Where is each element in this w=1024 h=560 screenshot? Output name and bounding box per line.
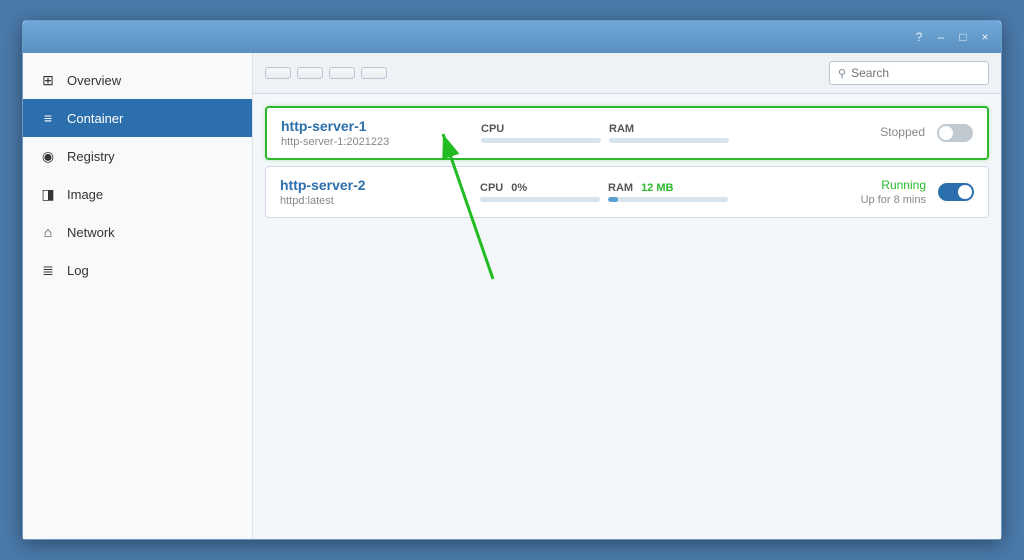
cpu-label-row2: CPU0%	[480, 182, 527, 194]
ram-bar-fill-row2	[608, 197, 618, 202]
sidebar-label-container: Container	[67, 111, 123, 126]
settings-button[interactable]	[361, 67, 387, 79]
search-icon: ⚲	[838, 67, 846, 80]
container-icon: ≡	[39, 109, 57, 127]
sidebar-label-registry: Registry	[67, 149, 115, 164]
sidebar-label-overview: Overview	[67, 73, 121, 88]
sidebar-item-image[interactable]: ◨ Image	[23, 175, 252, 213]
status-text-row1: Stopped	[880, 125, 925, 139]
toggle-wrap-row2[interactable]	[938, 183, 974, 201]
toggle-knob-row1	[939, 126, 953, 140]
container-row-row1[interactable]: http-server-1 http-server-1:2021223 CPU …	[265, 106, 989, 160]
network-icon: ⌂	[39, 223, 57, 241]
container-id-row2: httpd:latest	[280, 195, 480, 207]
sidebar-item-container[interactable]: ≡ Container	[23, 99, 252, 137]
cpu-group-row2: CPU0%	[480, 182, 600, 202]
cpu-label-row1: CPU	[481, 123, 504, 135]
ram-bar-track-row1	[609, 138, 729, 143]
sidebar-item-log[interactable]: ≣ Log	[23, 251, 252, 289]
sidebar-item-registry[interactable]: ◉ Registry	[23, 137, 252, 175]
container-info-row2: http-server-2 httpd:latest	[280, 177, 480, 207]
sidebar-label-log: Log	[67, 263, 89, 278]
status-text-row2: Running	[881, 178, 926, 192]
main-panel: ⚲ http-server-1 http-server-1:2021223 CP…	[253, 53, 1001, 539]
search-box: ⚲	[829, 61, 989, 85]
image-icon: ◨	[39, 185, 57, 203]
action-button[interactable]	[329, 67, 355, 79]
app-window: ? – □ × ⊞ Overview ≡ Container ◉ Registr…	[22, 20, 1002, 540]
container-list: http-server-1 http-server-1:2021223 CPU …	[265, 106, 989, 218]
toggle-wrap-row1[interactable]	[937, 124, 973, 142]
ram-label-row1: RAM	[609, 123, 634, 135]
cpu-bar-track-row1	[481, 138, 601, 143]
sidebar-label-image: Image	[67, 187, 103, 202]
ram-group-row2: RAM12 MB	[608, 182, 728, 202]
log-icon: ≣	[39, 261, 57, 279]
window-controls: ? – □ ×	[911, 29, 993, 45]
sidebar-label-network: Network	[67, 225, 115, 240]
sidebar: ⊞ Overview ≡ Container ◉ Registry ◨ Imag…	[23, 53, 253, 539]
close-button[interactable]: ×	[977, 29, 993, 45]
cpu-bar-track-row2	[480, 197, 600, 202]
minimize-button[interactable]: –	[933, 29, 949, 45]
app-body: ⊞ Overview ≡ Container ◉ Registry ◨ Imag…	[23, 53, 1001, 539]
status-section-row2: Running Up for 8 mins	[816, 178, 926, 206]
registry-icon: ◉	[39, 147, 57, 165]
toggle-row2[interactable]	[938, 183, 974, 201]
status-section-row1: Stopped	[815, 125, 925, 141]
toggle-row1[interactable]	[937, 124, 973, 142]
container-row-row2[interactable]: http-server-2 httpd:latest CPU0% RAM12 M…	[265, 166, 989, 218]
status-sub-row2: Up for 8 mins	[861, 194, 926, 206]
search-input[interactable]	[851, 66, 980, 80]
ram-group-row1: RAM	[609, 123, 729, 143]
toggle-knob-row2	[958, 185, 972, 199]
edit-button[interactable]	[297, 67, 323, 79]
ram-label-row2: RAM12 MB	[608, 182, 673, 194]
details-button[interactable]	[265, 67, 291, 79]
container-info-row1: http-server-1 http-server-1:2021223	[281, 118, 481, 148]
ram-bar-track-row2	[608, 197, 728, 202]
container-name-row2: http-server-2	[280, 177, 480, 193]
overview-icon: ⊞	[39, 71, 57, 89]
content-area: http-server-1 http-server-1:2021223 CPU …	[253, 94, 1001, 539]
help-button[interactable]: ?	[911, 29, 927, 45]
container-metrics-row2: CPU0% RAM12 MB	[480, 182, 816, 202]
cpu-group-row1: CPU	[481, 123, 601, 143]
title-bar: ? – □ ×	[23, 21, 1001, 53]
sidebar-item-network[interactable]: ⌂ Network	[23, 213, 252, 251]
container-metrics-row1: CPU RAM	[481, 123, 815, 143]
container-id-row1: http-server-1:2021223	[281, 136, 481, 148]
toolbar: ⚲	[253, 53, 1001, 94]
container-name-row1: http-server-1	[281, 118, 481, 134]
restore-button[interactable]: □	[955, 29, 971, 45]
sidebar-item-overview[interactable]: ⊞ Overview	[23, 61, 252, 99]
